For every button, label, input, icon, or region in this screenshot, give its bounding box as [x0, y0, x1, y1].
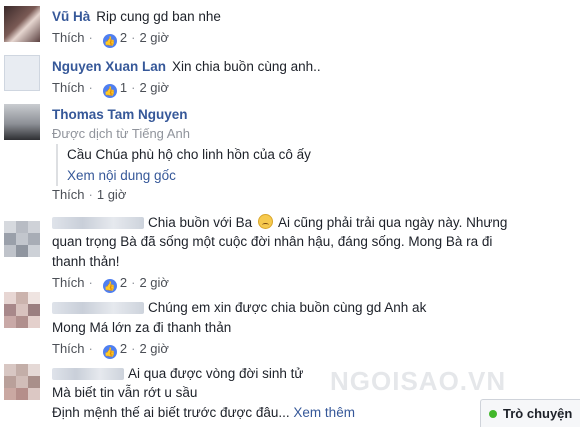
comment-time[interactable]: 2 giờ [139, 80, 169, 95]
comment-author[interactable]: Nguyen Xuan Lan [52, 59, 166, 74]
separator: · [88, 187, 93, 202]
comment: Nguyen Xuan Lan Xin chia buồn cùng anh.. … [0, 50, 580, 98]
comment-text: Xin chia buồn cùng anh.. [172, 59, 321, 74]
comment-author[interactable]: Vũ Hà [52, 9, 90, 24]
translation-text: Cầu Chúa phù hộ cho linh hồn của cô ấy [67, 147, 311, 162]
like-reaction-icon[interactable]: 👍 [102, 34, 117, 48]
blurred-author-name [52, 368, 124, 381]
comment-text: Ai qua được vòng đời sinh tử [128, 366, 304, 381]
comment: Thomas Tam Nguyen Được dịch từ Tiếng Anh… [0, 100, 580, 202]
like-link[interactable]: Thích [52, 275, 85, 290]
comment-actions: Thích · 👍 2 · 2 giờ [52, 275, 169, 293]
comment-text: Rip cung gd ban nhe [96, 9, 221, 24]
separator: · [131, 80, 136, 95]
like-link[interactable]: Thích [52, 341, 85, 356]
like-reaction-icon[interactable]: 👍 [102, 84, 117, 98]
separator: · [88, 341, 93, 356]
reaction-count[interactable]: 2 [120, 30, 127, 45]
like-link[interactable]: Thích [52, 30, 85, 45]
like-link[interactable]: Thích [52, 187, 85, 202]
blurred-author-name [52, 217, 144, 230]
separator: · [88, 275, 93, 290]
online-status-icon [489, 410, 497, 418]
chat-tab-label: Trò chuyện [503, 406, 573, 421]
separator: · [131, 341, 136, 356]
comment-text: quan trọng Bà đã sống một cuộc đời nhân … [52, 234, 493, 249]
separator: · [88, 30, 93, 45]
see-original-link[interactable]: Xem nội dung gốc [67, 165, 311, 186]
separator: · [131, 30, 136, 45]
reaction-count[interactable]: 2 [120, 341, 127, 356]
avatar[interactable] [4, 6, 40, 42]
like-reaction-icon[interactable]: 👍 [102, 279, 117, 293]
separator: · [131, 275, 136, 290]
comment-time[interactable]: 2 giờ [139, 30, 169, 45]
comment-actions: Thích · 👍 2 · 2 giờ [52, 30, 169, 48]
sad-face-emoji-icon [257, 214, 273, 229]
watermark: NGOISAO.VN [330, 366, 507, 396]
comment-text: Mà biết tin vẫn rớt u sầu [52, 385, 198, 400]
comment-time[interactable]: 2 giờ [139, 275, 169, 290]
comment-text: Ai cũng phải trải qua ngày này. Nhưng [277, 215, 508, 230]
comment-actions: Thích · 👍 2 · 2 giờ [52, 341, 169, 359]
comment-time[interactable]: 2 giờ [139, 341, 169, 356]
chat-tab[interactable]: Trò chuyện [480, 399, 580, 427]
comment-actions: Thích · 👍 1 · 2 giờ [52, 80, 169, 98]
avatar[interactable] [4, 221, 40, 257]
comment-actions: Thích · 1 giờ [52, 187, 126, 202]
like-reaction-icon[interactable]: 👍 [102, 345, 117, 359]
comment-text: thanh thản! [52, 254, 120, 269]
separator: · [88, 80, 93, 95]
avatar[interactable] [4, 104, 40, 140]
reaction-count[interactable]: 1 [120, 80, 127, 95]
avatar[interactable] [4, 55, 40, 91]
comment: Chia buồn với Ba Ai cũng phải trải qua n… [0, 205, 580, 293]
avatar[interactable] [4, 292, 40, 328]
comment-text: Chúng em xin được chia buồn cùng gd Anh … [148, 300, 427, 315]
comment: Vũ Hà Rip cung gd ban nhe Thích · 👍 2 · 2 giờ [0, 0, 580, 48]
reaction-count[interactable]: 2 [120, 275, 127, 290]
blurred-author-name [52, 302, 144, 315]
comment-time[interactable]: 1 giờ [97, 187, 127, 202]
translated-from-label: Được dịch từ Tiếng Anh [52, 126, 190, 141]
comment: Chúng em xin được chia buồn cùng gd Anh … [0, 292, 580, 359]
like-link[interactable]: Thích [52, 80, 85, 95]
comment-author[interactable]: Thomas Tam Nguyen [52, 107, 188, 122]
translation-quote: Cầu Chúa phù hộ cho linh hồn của cô ấy X… [56, 144, 311, 186]
comment-text: Mong Má lớn za đi thanh thản [52, 320, 232, 335]
comment-text: Chia buồn với Ba [148, 215, 253, 230]
avatar[interactable] [4, 364, 40, 400]
see-more-link[interactable]: Xem thêm [293, 405, 355, 420]
comment-text: Định mệnh thế ai biết trước được đâu... [52, 405, 290, 420]
